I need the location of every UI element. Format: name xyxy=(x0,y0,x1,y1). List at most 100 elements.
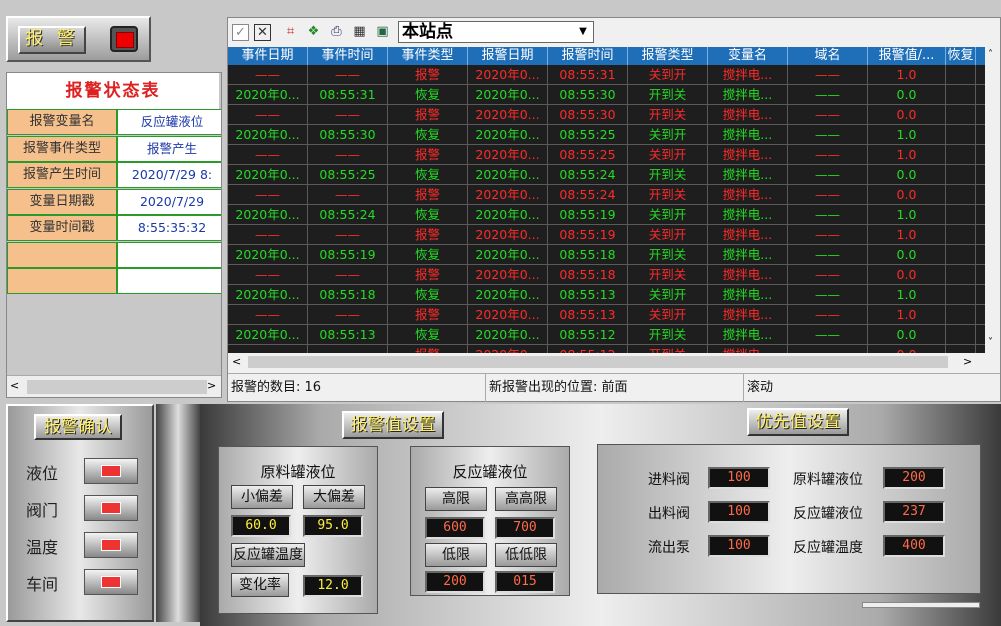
table-row[interactable]: —— —— 报警 2020年0... 08:55:19 关到开 搅拌电... —— 1.0 xyxy=(228,225,985,245)
table-row[interactable]: 2020年0... 08:55:18 恢复 2020年0... 08:55:13 关到开搅… xyxy=(228,285,985,305)
table-row[interactable]: —— —— 报警 2020年0... 08:55:13 关到开 搅拌电... —— 1.0 xyxy=(228,305,985,325)
grid-icon[interactable]: ⌗ xyxy=(283,24,298,39)
table-row[interactable]: 2020年0... 08:55:13 恢复 2020年0... 08:55:12 开到关搅… xyxy=(228,325,985,345)
ack-alarm-light-button[interactable] xyxy=(84,458,138,484)
low-limit-button[interactable]: 低限 xyxy=(425,543,487,567)
slider-bar[interactable] xyxy=(862,602,980,608)
change-rate-value[interactable]: 12.0 xyxy=(303,575,363,597)
priority-settings-title[interactable]: 优先值设置 xyxy=(747,408,849,436)
small-deviation-value[interactable]: 60.0 xyxy=(231,515,291,537)
table-cell: 08:55:12 xyxy=(548,345,628,353)
clear-icon[interactable]: ✕ xyxy=(254,24,271,41)
column-header[interactable]: 事件日期 xyxy=(228,47,308,65)
table-row[interactable]: —— —— 报警 2020年0... 08:55:25 关到开 搅拌电... —— 1.0 xyxy=(228,145,985,165)
ack-alarm-light-button[interactable] xyxy=(84,495,138,521)
column-header[interactable]: 报警时间 xyxy=(548,47,628,65)
column-header[interactable]: 报警值/... xyxy=(868,47,946,65)
priority-value[interactable]: 100 xyxy=(708,535,770,557)
filter-icon[interactable]: ❖ xyxy=(306,24,321,39)
table-cell: 1.0 xyxy=(868,125,946,144)
display-icon[interactable]: ▣ xyxy=(375,24,390,39)
priority-value[interactable]: 100 xyxy=(708,467,770,489)
column-header[interactable]: 报警日期 xyxy=(468,47,548,65)
change-rate-button[interactable]: 变化率 xyxy=(231,573,289,597)
status-row-label: 报警产生时间 xyxy=(7,162,117,188)
priority-value[interactable]: 400 xyxy=(883,535,945,557)
table-row[interactable]: 2020年0... 08:55:24 恢复 2020年0... 08:55:19 关到开搅… xyxy=(228,205,985,225)
table-cell: 08:55:30 xyxy=(308,125,388,144)
table-row[interactable]: 2020年0... 08:55:19 恢复 2020年0... 08:55:18 开到关搅… xyxy=(228,245,985,265)
table-cell xyxy=(946,65,976,84)
high-high-limit-value[interactable]: 700 xyxy=(495,517,555,539)
ack-alarm-light-button[interactable] xyxy=(84,569,138,595)
priority-value[interactable]: 100 xyxy=(708,501,770,523)
checkbox-icon[interactable]: ✓ xyxy=(232,24,249,41)
priority-label: 进料阀 xyxy=(648,472,690,488)
high-limit-value[interactable]: 600 xyxy=(425,517,485,539)
scroll-thumb[interactable] xyxy=(27,380,207,394)
column-header[interactable]: 报警类型 xyxy=(628,47,708,65)
table-cell: —— xyxy=(788,325,868,344)
table-row[interactable]: —— —— 报警 2020年0... 08:55:24 开到关 搅拌电... —— 0.0 xyxy=(228,185,985,205)
alarm-grid-vscrollbar[interactable]: ˄ ˅ xyxy=(985,47,1000,353)
scroll-right-icon[interactable]: > xyxy=(207,379,216,392)
print-icon[interactable]: ⎙ xyxy=(329,24,344,39)
table-row[interactable]: —— —— 报警 2020年0... 08:55:31 关到开 搅拌电... —— 1.0 xyxy=(228,65,985,85)
high-limit-button[interactable]: 高限 xyxy=(425,487,487,511)
priority-value[interactable]: 237 xyxy=(883,501,945,523)
big-deviation-button[interactable]: 大偏差 xyxy=(303,485,365,509)
table-cell: 08:55:12 xyxy=(548,325,628,344)
table-row[interactable]: ————报警2020年0...08:55:12开到关搅拌电...——0.0 xyxy=(228,345,985,353)
column-header[interactable]: 事件时间 xyxy=(308,47,388,65)
table-row[interactable]: —— —— 报警 2020年0... 08:55:30 开到关 搅拌电... —— 0.0 xyxy=(228,105,985,125)
column-header[interactable]: 变量名 xyxy=(708,47,788,65)
low-low-limit-button[interactable]: 低低限 xyxy=(495,543,557,567)
small-deviation-button[interactable]: 小偏差 xyxy=(231,485,293,509)
column-header[interactable]: 事件类型 xyxy=(388,47,468,65)
table-cell: 恢复 xyxy=(388,325,468,344)
table-cell: 开到关 xyxy=(628,345,708,353)
alarm-settings-title[interactable]: 报警值设置 xyxy=(342,411,444,439)
table-cell: —— xyxy=(228,65,308,84)
config-icon[interactable]: ▦ xyxy=(352,24,367,39)
table-cell: 关到开 xyxy=(628,145,708,164)
table-row[interactable]: 2020年0... 08:55:25 恢复 2020年0... 08:55:24 开到关搅… xyxy=(228,165,985,185)
chevron-down-icon[interactable]: ▼ xyxy=(575,24,591,40)
high-high-limit-button[interactable]: 高高限 xyxy=(495,487,557,511)
low-limit-value[interactable]: 200 xyxy=(425,571,485,593)
table-cell xyxy=(946,225,976,244)
alarm-toggle-panel: 报 警 xyxy=(6,16,151,62)
reactor-temp-button[interactable]: 反应罐温度 xyxy=(231,543,305,567)
status-table-hscrollbar[interactable]: < > xyxy=(7,375,221,397)
alarm-button[interactable]: 报 警 xyxy=(18,26,86,54)
scroll-left-icon[interactable]: < xyxy=(10,379,19,392)
scroll-thumb[interactable] xyxy=(248,356,948,368)
status-row-value xyxy=(117,268,221,294)
table-cell: 2020年0... xyxy=(228,125,308,144)
scroll-left-icon[interactable]: < xyxy=(232,355,241,368)
table-cell: 开到关 xyxy=(628,325,708,344)
column-header[interactable]: 域名 xyxy=(788,47,868,65)
table-row[interactable]: —— —— 报警 2020年0... 08:55:18 开到关 搅拌电... —— 0.0 xyxy=(228,265,985,285)
scroll-down-icon[interactable]: ˅ xyxy=(988,337,993,348)
big-deviation-value[interactable]: 95.0 xyxy=(303,515,363,537)
priority-label: 出料阀 xyxy=(648,506,690,522)
alarm-grid-hscrollbar[interactable]: < > xyxy=(228,353,1000,371)
alarm-ack-button[interactable]: 报警确认 xyxy=(34,414,122,440)
low-low-limit-value[interactable]: 015 xyxy=(495,571,555,593)
table-cell xyxy=(946,145,976,164)
scroll-right-icon[interactable]: > xyxy=(963,355,972,368)
table-cell: —— xyxy=(308,305,388,324)
table-cell: 0.0 xyxy=(868,345,946,353)
table-cell xyxy=(946,165,976,184)
scroll-up-icon[interactable]: ˄ xyxy=(988,49,993,60)
station-select[interactable]: 本站点 ▼ xyxy=(398,21,594,43)
table-cell: —— xyxy=(228,225,308,244)
priority-value[interactable]: 200 xyxy=(883,467,945,489)
column-header[interactable]: 恢复 xyxy=(946,47,976,65)
table-cell: 2020年0... xyxy=(468,165,548,184)
ack-alarm-light-button[interactable] xyxy=(84,532,138,558)
table-row[interactable]: 2020年0... 08:55:30 恢复 2020年0... 08:55:25 关到开搅… xyxy=(228,125,985,145)
table-row[interactable]: 2020年0... 08:55:31 恢复 2020年0... 08:55:30 开到关搅… xyxy=(228,85,985,105)
alarm-indicator-light xyxy=(110,26,138,52)
